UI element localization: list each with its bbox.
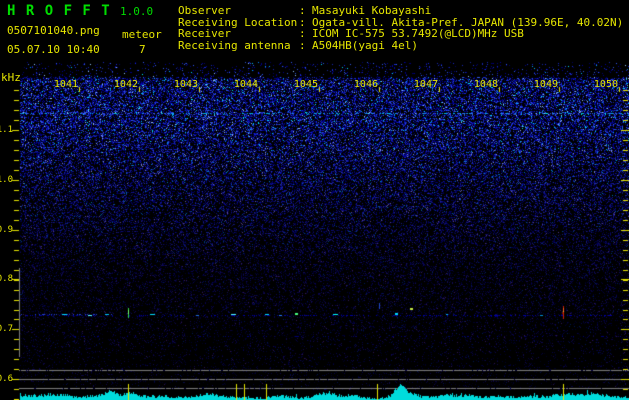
x-tick-label: 1042	[113, 79, 138, 90]
output-filename: 0507101040.png	[7, 24, 100, 37]
x-tick-label: 1041	[53, 79, 78, 90]
x-tick-label: 1048	[473, 79, 498, 90]
x-tick-label: 1050	[593, 79, 618, 90]
y-tick-label: 0.7	[0, 324, 13, 334]
x-tick-label: 1045	[293, 79, 318, 90]
datetime-label: 05.07.10 10:40	[7, 43, 100, 56]
x-tick-label: 1043	[173, 79, 198, 90]
info-label: Observer	[178, 4, 231, 17]
info-value: Masayuki Kobayashi	[312, 4, 432, 17]
y-axis-unit-label: kHz	[1, 71, 21, 84]
app-version: 1.0.0	[120, 5, 154, 18]
y-tick-label: 0.8	[0, 274, 13, 284]
hrofft-screen: H R O F F T 1.0.0 0507101040.png meteor …	[0, 0, 629, 400]
y-tick-label: 0.6	[0, 374, 13, 384]
info-value: A504HB(yagi 4el)	[312, 39, 418, 53]
app-title: H R O F F T	[7, 3, 111, 19]
spectrogram-canvas	[0, 0, 629, 400]
x-tick-label: 1046	[353, 79, 378, 90]
info-row-antenna: Receiving antenna: A504HB(yagi 4el)	[178, 40, 623, 52]
y-tick-label: 0.9	[0, 225, 13, 235]
info-row-observer: Observer: Masayuki Kobayashi	[178, 5, 623, 17]
meteor-count: 7	[139, 43, 146, 56]
y-tick-label: 1.1	[0, 125, 13, 135]
x-tick-label: 1047	[413, 79, 438, 90]
station-info: Observer: Masayuki Kobayashi Receiving Lo…	[178, 5, 623, 52]
y-tick-label: 1.0	[0, 175, 13, 185]
info-label: Receiving antenna	[178, 39, 291, 53]
x-tick-label: 1044	[233, 79, 258, 90]
mode-label: meteor	[122, 28, 162, 41]
x-tick-label: 1049	[533, 79, 558, 90]
